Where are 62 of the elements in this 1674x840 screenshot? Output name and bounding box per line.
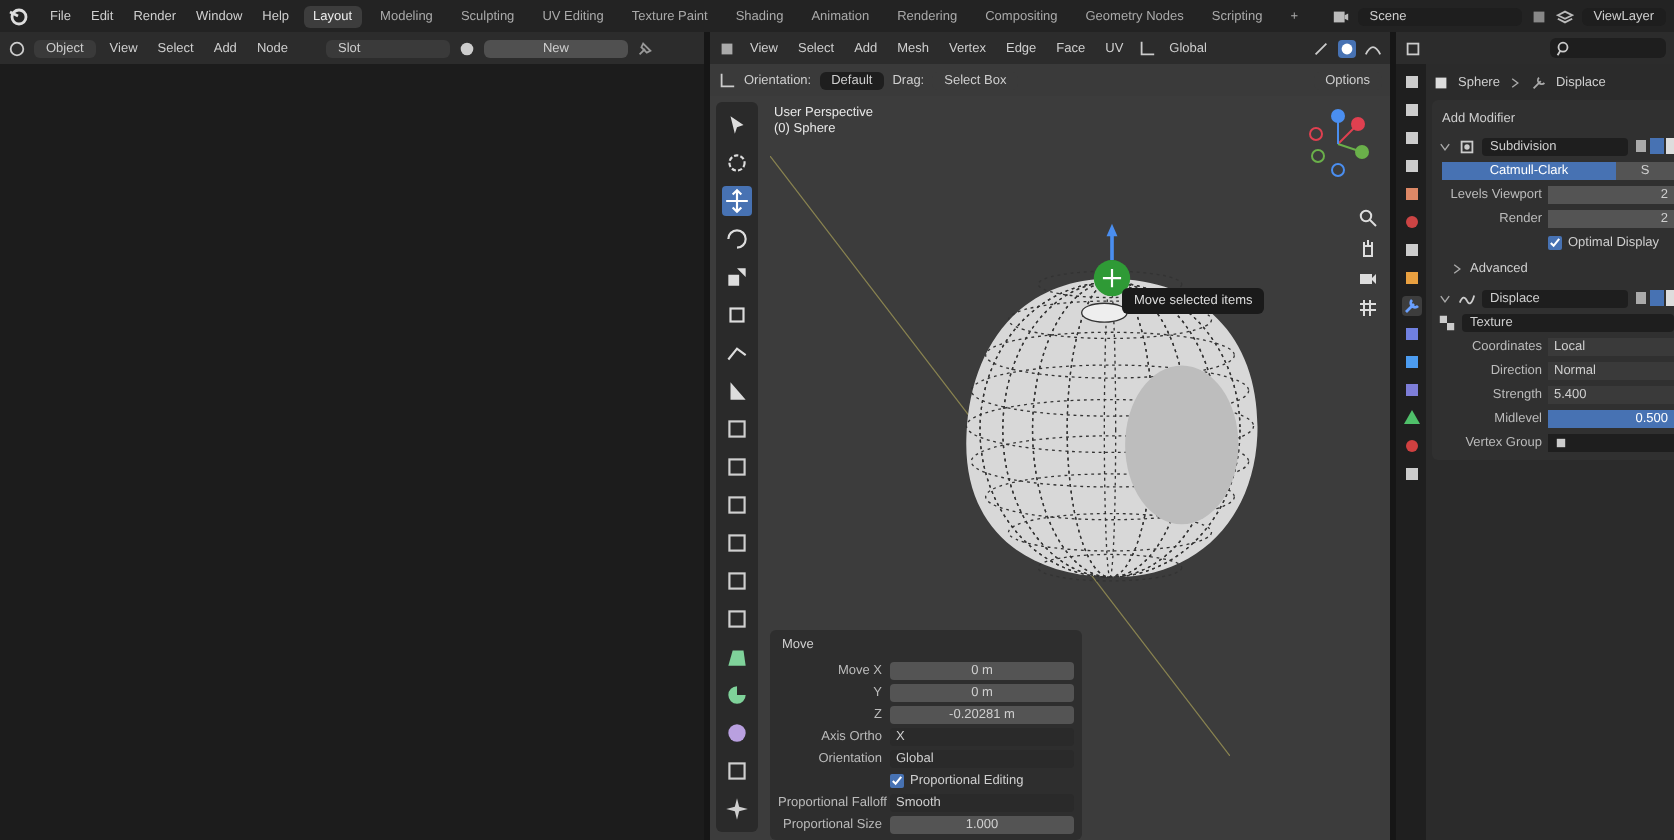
properties-tab[interactable] <box>1401 296 1421 316</box>
move-gizmo-drawing[interactable] <box>1090 220 1134 300</box>
hand-icon[interactable] <box>1358 238 1378 258</box>
tool-icon[interactable] <box>722 718 752 748</box>
zoom-icon[interactable] <box>1358 208 1378 228</box>
subdivision-icon <box>1458 137 1476 155</box>
chevron-right-icon <box>1507 75 1522 89</box>
material-sphere-icon[interactable] <box>457 39 476 57</box>
vertex-group-field[interactable] <box>1548 433 1674 451</box>
properties-tab[interactable] <box>1401 100 1421 120</box>
properties-tab[interactable] <box>1401 128 1421 148</box>
visibility-icons[interactable] <box>1634 288 1674 308</box>
tool-icon[interactable] <box>722 452 752 482</box>
orientation-icon <box>718 71 736 89</box>
checkbox[interactable] <box>1548 235 1562 249</box>
tool-icon[interactable] <box>722 794 752 824</box>
layers-icon[interactable] <box>1555 7 1574 25</box>
search-field[interactable] <box>1550 38 1666 58</box>
pin-icon[interactable] <box>635 39 654 57</box>
select-mode-icon[interactable] <box>718 39 736 57</box>
camera-icon[interactable] <box>1358 268 1378 288</box>
tool-icon[interactable] <box>722 566 752 596</box>
editor-type-icon[interactable] <box>8 39 26 57</box>
object-icon <box>1432 73 1450 91</box>
tool-icon[interactable] <box>722 490 752 520</box>
editor-type-icon[interactable] <box>1404 39 1422 57</box>
properties-tab[interactable] <box>1401 324 1421 344</box>
vertex-group-icon <box>1554 435 1568 449</box>
properties-tab[interactable] <box>1401 184 1421 204</box>
grid-icon[interactable] <box>1358 298 1378 318</box>
expand-caret-icon[interactable] <box>1450 262 1464 276</box>
expand-caret-icon[interactable] <box>1438 139 1452 153</box>
axes-icon[interactable] <box>1137 39 1156 57</box>
tool-icon[interactable] <box>722 148 752 178</box>
visibility-icons[interactable] <box>1634 136 1674 156</box>
scene-icon[interactable] <box>1331 7 1350 25</box>
properties-tab[interactable] <box>1401 240 1421 260</box>
properties-tab[interactable] <box>1401 156 1421 176</box>
properties-tab[interactable] <box>1401 352 1421 372</box>
tool-icon[interactable] <box>722 680 752 710</box>
expand-caret-icon[interactable] <box>1438 291 1452 305</box>
proportional-editing-icon[interactable] <box>1338 39 1356 57</box>
tool-icon[interactable] <box>722 186 752 216</box>
properties-tab[interactable] <box>1401 268 1421 288</box>
modifier-icon <box>1529 73 1548 91</box>
tool-icon[interactable] <box>722 528 752 558</box>
checkbox[interactable] <box>890 774 904 788</box>
displace-icon <box>1458 289 1476 307</box>
properties-tab[interactable] <box>1401 464 1421 484</box>
properties-tab[interactable] <box>1401 380 1421 400</box>
search-icon <box>1554 39 1572 57</box>
tool-icon[interactable] <box>722 414 752 444</box>
tool-icon[interactable] <box>722 262 752 292</box>
copy-icon[interactable] <box>1529 7 1548 25</box>
snap-icon[interactable] <box>1312 39 1330 57</box>
properties-tab[interactable] <box>1401 408 1421 428</box>
tool-icon[interactable] <box>722 756 752 786</box>
texture-icon[interactable] <box>1438 314 1456 332</box>
tool-icon[interactable] <box>722 224 752 254</box>
app-logo-icon[interactable] <box>8 6 28 26</box>
properties-tab[interactable] <box>1401 72 1421 92</box>
tool-icon[interactable] <box>722 604 752 634</box>
